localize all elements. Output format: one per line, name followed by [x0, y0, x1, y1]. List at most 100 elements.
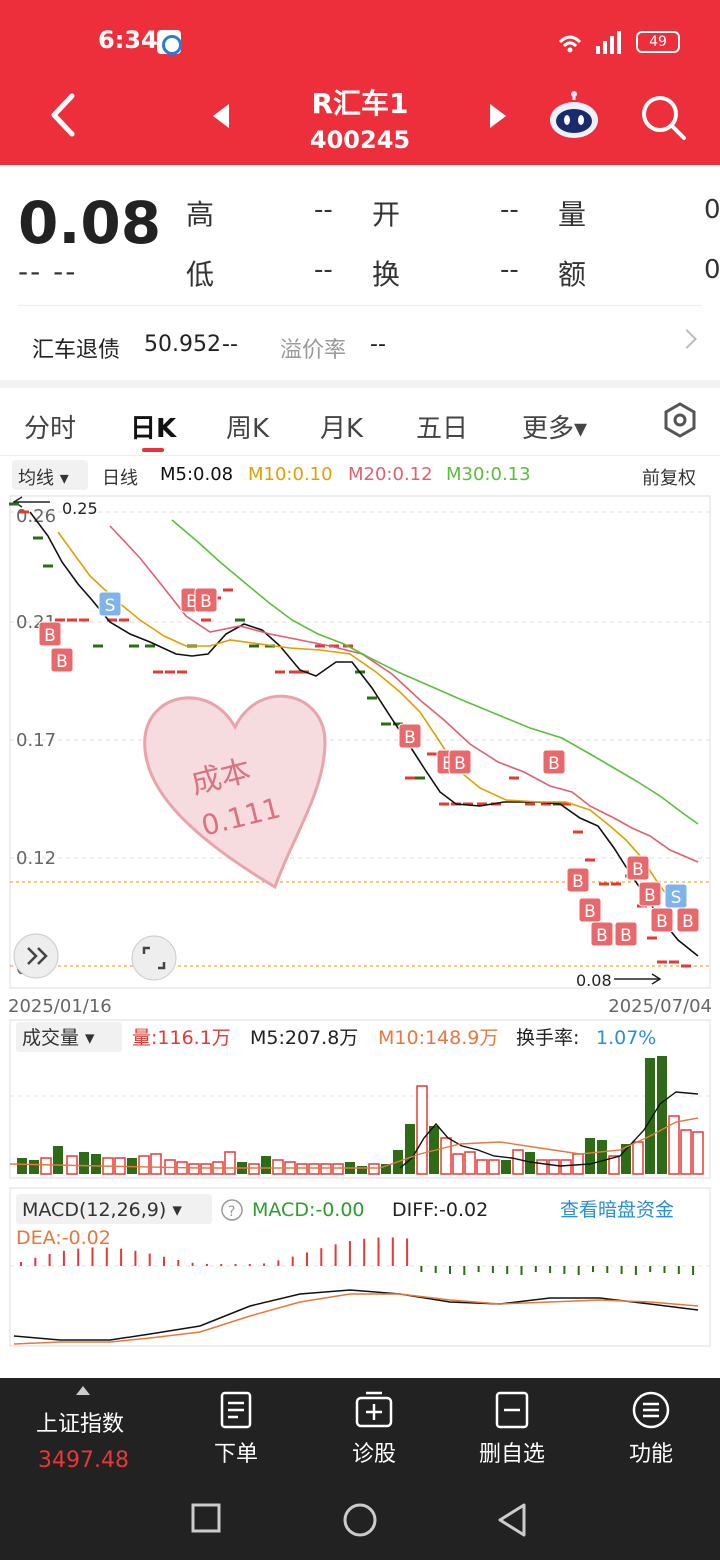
macd-chart[interactable]: MACD(12,26,9) ▾ ? MACD:-0.00 DIFF:-0.02 … — [0, 1186, 720, 1350]
candle — [93, 644, 103, 648]
marker-letter: B — [620, 926, 632, 946]
high-label: 高 — [186, 198, 215, 231]
marker-letter: B — [596, 926, 608, 946]
y-tick-label: 0.26 — [16, 506, 56, 527]
stock-detail-screen: 6:34 49 R汇车1 400245 0.08 -- -- 高 -- 开 --… — [0, 0, 720, 1560]
functions-button[interactable]: 功能 — [624, 1390, 678, 1468]
volume-bar — [597, 1140, 607, 1174]
macd-bar — [34, 1257, 37, 1266]
low-value: -- — [314, 255, 333, 285]
volume-bar — [320, 1163, 332, 1175]
buy-marker: B — [626, 855, 650, 881]
index-expand-icon[interactable] — [76, 1386, 90, 1395]
candle — [249, 644, 259, 648]
m10-value: M10:0.10 — [248, 464, 333, 485]
turnover-rate-label: 换手率: — [516, 1027, 579, 1049]
candle — [657, 960, 667, 964]
index-name[interactable]: 上证指数 — [36, 1406, 124, 1438]
macd-bar — [377, 1237, 380, 1266]
macd-bar — [48, 1253, 51, 1266]
candle — [79, 618, 89, 622]
buy-marker: B — [614, 921, 638, 947]
volume-bar — [405, 1124, 415, 1174]
candle — [129, 644, 139, 648]
volume-value: 量:116.1万 — [132, 1027, 231, 1049]
system-back-button[interactable] — [496, 1502, 528, 1538]
price-change: -- -- — [18, 255, 78, 288]
volume-chart[interactable]: 成交量 ▾ 量:116.1万 M5:207.8万 M10:148.9万 换手率:… — [0, 1018, 720, 1182]
ma-line — [29, 511, 699, 957]
dark-pool-link[interactable]: 查看暗盘资金 — [560, 1199, 674, 1221]
tab-intraday[interactable]: 分时 — [24, 408, 76, 445]
volume-bar — [501, 1160, 511, 1174]
volume-bar — [692, 1131, 704, 1175]
buy-marker: B — [638, 881, 662, 907]
candle — [647, 936, 657, 940]
macd-bar — [191, 1262, 194, 1266]
macd-bar — [77, 1248, 80, 1266]
remove-watchlist-icon — [495, 1391, 529, 1429]
macd-bar — [62, 1250, 65, 1266]
high-value: -- — [314, 195, 333, 225]
chart-frame — [9, 495, 711, 989]
min-price-label: 0.08 — [576, 971, 612, 990]
tab-five-day[interactable]: 五日 — [416, 408, 468, 445]
volume-bar — [452, 1153, 464, 1175]
marker-letter: B — [644, 886, 656, 906]
marker-letter: B — [200, 592, 212, 612]
macd-bar — [263, 1263, 266, 1266]
buy-marker: B — [566, 867, 590, 893]
volume-bar — [536, 1159, 548, 1175]
volume-m10: M10:148.9万 — [378, 1027, 498, 1049]
volume-bar — [308, 1163, 320, 1175]
related-bond-row[interactable]: 汇车退债 50.952 -- 溢价率 -- — [18, 305, 702, 375]
candle — [367, 696, 377, 700]
max-price-label: 0.25 — [62, 499, 98, 518]
candle — [525, 802, 535, 806]
macd-bar — [634, 1266, 637, 1275]
kline-chart[interactable]: 0.26 0.21 0.17 0.12 0.07 0.25 0.08 BBSBB… — [0, 492, 720, 1017]
settings-hexagon-icon[interactable] — [662, 402, 698, 438]
remove-watchlist-button[interactable]: 删自选 — [474, 1390, 550, 1468]
volume-bar — [40, 1157, 52, 1175]
turnover-rate-value: 1.07% — [596, 1027, 656, 1049]
volume-bar — [680, 1129, 692, 1175]
order-button[interactable]: 下单 — [206, 1390, 266, 1468]
status-time: 6:34 — [98, 26, 158, 54]
candle — [669, 960, 679, 964]
robot-assistant-icon[interactable] — [548, 90, 600, 140]
next-stock-button[interactable] — [490, 104, 506, 128]
expand-chart-button[interactable] — [13, 933, 59, 979]
diagnose-button[interactable]: 诊股 — [342, 1390, 406, 1468]
buy-marker: B — [398, 723, 422, 749]
fullscreen-button[interactable] — [131, 935, 177, 981]
macd-bar — [549, 1266, 552, 1273]
home-button[interactable] — [342, 1502, 378, 1538]
buy-marker: B — [650, 907, 674, 933]
macd-bar — [120, 1248, 123, 1266]
candle — [9, 502, 19, 506]
macd-bar — [491, 1266, 494, 1273]
volume-bar — [188, 1163, 200, 1175]
tab-daily-k[interactable]: 日K — [130, 408, 176, 445]
marker-letter: B — [56, 652, 68, 672]
ma-dropdown-label: 均线 ▾ — [18, 468, 69, 489]
macd-bar — [220, 1264, 223, 1266]
candle — [427, 752, 437, 756]
macd-bar — [163, 1256, 165, 1266]
tab-more[interactable]: 更多▾ — [522, 408, 587, 445]
search-icon[interactable] — [638, 92, 688, 142]
y-tick-label: 0.17 — [16, 730, 56, 751]
tab-weekly-k[interactable]: 周K — [226, 408, 269, 445]
macd-bar — [348, 1241, 351, 1266]
diagnose-label: 诊股 — [351, 1442, 396, 1467]
m5-value: M5:0.08 — [160, 464, 234, 485]
candle — [19, 510, 29, 514]
buy-marker: B — [50, 647, 74, 673]
tab-monthly-k[interactable]: 月K — [320, 408, 363, 445]
battery-icon: 49 — [636, 31, 680, 53]
help-icon-glyph: ? — [228, 1204, 235, 1220]
macd-bar — [248, 1264, 251, 1266]
adjust-mode[interactable]: 前复权 — [642, 464, 696, 490]
recent-apps-button[interactable] — [190, 1502, 222, 1534]
